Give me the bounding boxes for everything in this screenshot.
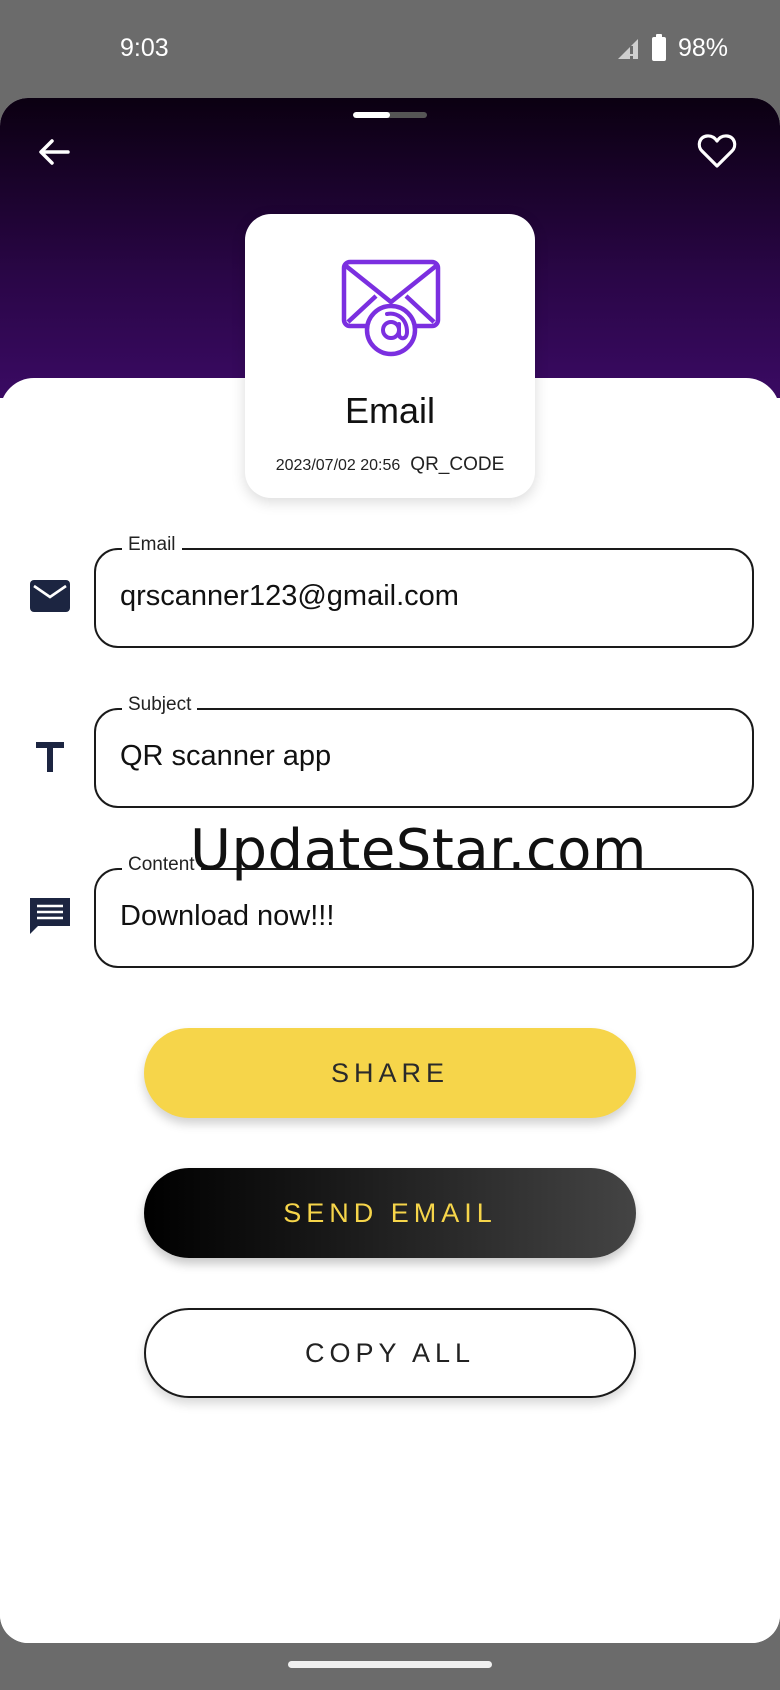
- drag-handle[interactable]: [353, 112, 427, 118]
- home-indicator[interactable]: [288, 1661, 492, 1668]
- code-format: QR_CODE: [410, 454, 505, 475]
- email-field[interactable]: qrscanner123@gmail.com: [94, 548, 754, 648]
- email-label: Email: [122, 534, 182, 556]
- content-label: Content: [122, 854, 201, 876]
- email-field-row: qrscanner123@gmail.com Email: [0, 534, 780, 650]
- code-type-card: Email 2023/07/02 20:56 QR_CODE: [245, 214, 535, 498]
- battery-level: 98%: [677, 34, 728, 62]
- status-indicators: 98%: [616, 33, 728, 63]
- code-type-title: Email: [344, 390, 436, 431]
- watermark: UpdateStar.com: [190, 818, 647, 883]
- email-value[interactable]: qrscanner123@gmail.com: [120, 580, 459, 613]
- back-button[interactable]: [34, 132, 74, 172]
- subject-field[interactable]: QR scanner app: [94, 708, 754, 808]
- favorite-button[interactable]: [696, 130, 738, 172]
- envelope-icon: [30, 580, 70, 612]
- signal-icon: [617, 38, 638, 59]
- detail-sheet: Email 2023/07/02 20:56 QR_CODE qrscanner1…: [0, 98, 780, 1643]
- content-field[interactable]: Download now!!!: [94, 868, 754, 968]
- scan-date: 2023/07/02 20:56: [275, 457, 401, 474]
- subject-field-row: QR scanner app Subject: [0, 694, 780, 810]
- email-at-icon: [341, 259, 441, 357]
- copy-all-button[interactable]: COPY ALL: [144, 1308, 636, 1398]
- share-button[interactable]: SHARE: [144, 1028, 636, 1118]
- subject-label: Subject: [122, 694, 198, 716]
- message-icon: [30, 898, 70, 934]
- send-email-button[interactable]: SEND EMAIL: [144, 1168, 636, 1258]
- code-meta: 2023/07/02 20:56 QR_CODE: [245, 454, 535, 476]
- status-bar: 9:03 98%: [0, 0, 780, 100]
- status-time: 9:03: [120, 34, 169, 62]
- battery-icon: [651, 33, 666, 61]
- content-value[interactable]: Download now!!!: [120, 900, 334, 933]
- text-t-icon: [36, 742, 64, 772]
- subject-value[interactable]: QR scanner app: [120, 740, 331, 773]
